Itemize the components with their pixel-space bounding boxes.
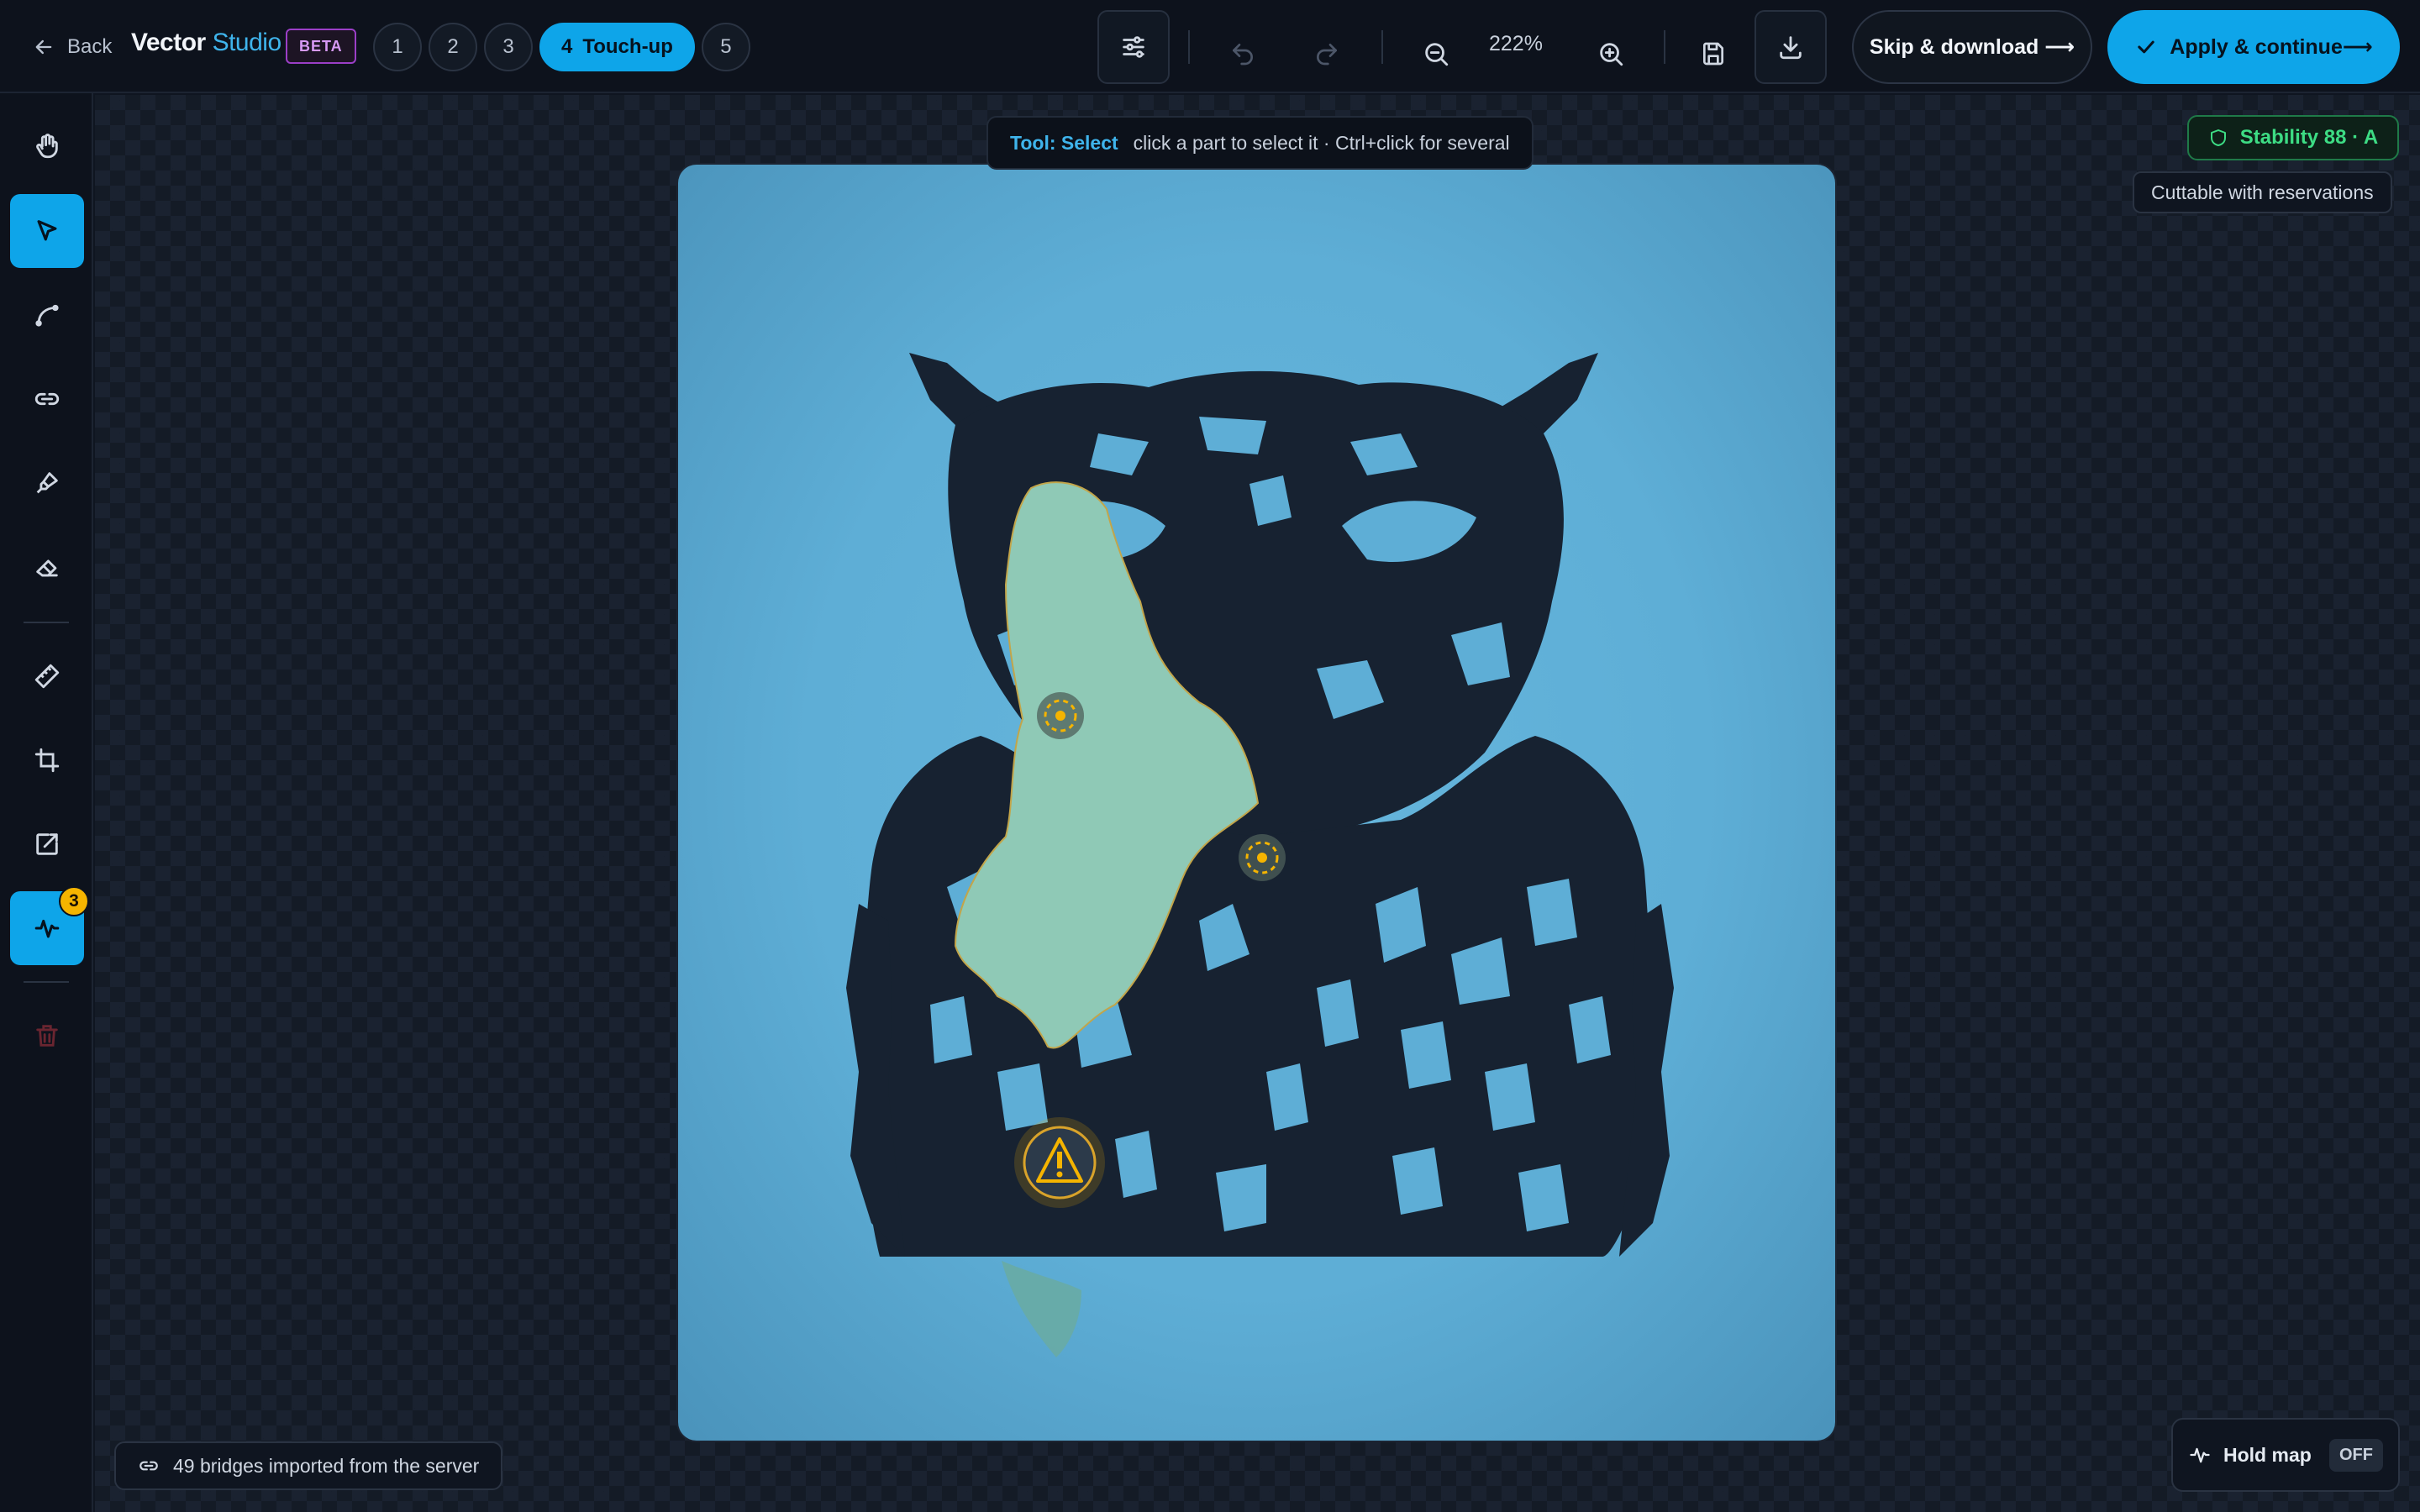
hint-text: click a part to select it · Ctrl+click f… [1133,131,1510,154]
tool-divider [24,981,69,983]
zoom-out-icon [1425,43,1449,66]
select-pointer-icon [37,220,57,241]
eraser-icon [36,559,58,577]
apply-and-continue-button[interactable]: Apply & continue⟶ [2107,10,2400,84]
hold-map-label: Hold map [2223,1443,2312,1466]
tool-sidebar: 3 [0,93,93,1512]
step-4-number: 4 [561,35,573,58]
beta-badge: BETA [286,29,356,64]
toolbar-divider [1381,30,1383,64]
top-bar: Back Vector Studio BETA 1 2 3 4 Touch-up… [0,0,2420,93]
link-icon [34,392,60,406]
step-5-button[interactable]: 5 [701,23,750,71]
export-edit-icon [36,833,58,855]
shield-icon [2210,129,2226,146]
save-button[interactable] [1684,24,1743,83]
sliders-icon [1123,36,1144,58]
tool-divider [24,622,69,623]
hold-map-toggle[interactable]: Hold map OFF [2171,1418,2400,1492]
redo-button[interactable] [1297,24,1356,83]
back-label: Back [67,35,113,58]
owl-vector-artwork[interactable] [678,165,1835,1441]
tool-hint-bar: Tool: Select click a part to select it ·… [986,116,1534,170]
step-1-button[interactable]: 1 [373,23,422,71]
tool-crop-button[interactable] [10,723,84,797]
tool-bridge-link-button[interactable] [10,362,84,436]
step-navigator: 1 2 3 4 Touch-up 5 [373,23,750,71]
skip-and-download-button[interactable]: Skip & download ⟶ [1852,10,2092,84]
zoom-in-button[interactable] [1581,24,1640,83]
hint-tool-name: Tool: Select [1010,131,1118,154]
download-icon [1780,36,1802,60]
save-icon [1702,42,1723,66]
hand-icon [36,134,58,159]
artboard[interactable] [678,165,1835,1441]
app-brand: Vector Studio [131,29,281,57]
stability-badge: Stability 88 · A [2187,115,2399,160]
brand-primary: Vector [131,29,206,56]
activity-pulse-icon [2190,1447,2210,1463]
arrow-left-icon [35,39,52,55]
apply-label: Apply & continue⟶ [2170,35,2373,59]
toolbar-divider [1188,30,1190,64]
step-4-touch-up-button[interactable]: 4 Touch-up [539,23,695,71]
tool-hand-button[interactable] [10,109,84,183]
issues-count-badge: 3 [59,886,89,916]
link-icon [139,1461,158,1471]
warning-marker[interactable] [1014,1117,1105,1208]
check-icon [2138,40,2154,54]
node-marker-1[interactable] [1037,692,1084,739]
undo-button[interactable] [1213,24,1272,83]
warning-region[interactable] [1002,1261,1081,1357]
zoom-level: 222% [1489,32,1543,55]
tool-eraser-button[interactable] [10,530,84,604]
activity-pulse-icon [34,919,60,938]
tool-issues-button[interactable]: 3 [10,886,89,965]
tool-brush-button[interactable] [10,446,84,520]
bridges-status: 49 bridges imported from the server [114,1441,503,1490]
zoom-out-button[interactable] [1407,24,1465,83]
redo-icon [1317,44,1337,66]
brand-secondary: Studio [212,29,282,56]
ruler-icon [34,664,60,689]
tool-ruler-button[interactable] [10,639,84,713]
step-4-label: Touch-up [582,35,673,58]
tool-select-button[interactable] [10,194,84,268]
crop-icon [34,748,60,773]
bridges-text: 49 bridges imported from the server [173,1454,480,1477]
step-3-button[interactable]: 3 [484,23,533,71]
curve-path-icon [35,304,59,327]
download-button[interactable] [1754,10,1827,84]
trash-icon [36,1025,58,1047]
undo-icon [1233,44,1253,66]
back-button[interactable]: Back [32,30,112,64]
tool-export-button[interactable] [10,807,84,881]
brush-icon [36,472,58,494]
adjustments-button[interactable] [1097,10,1170,84]
stability-text: Stability 88 · A [2239,126,2379,149]
tool-curve-button[interactable] [10,278,84,352]
step-2-button[interactable]: 2 [429,23,477,71]
node-marker-2[interactable] [1239,834,1286,881]
zoom-in-icon [1600,43,1623,66]
hold-map-state: OFF [2329,1438,2383,1472]
toolbar-divider [1664,30,1665,64]
tool-delete-button[interactable] [10,999,84,1073]
cuttable-status: Cuttable with reservations [2133,171,2392,213]
